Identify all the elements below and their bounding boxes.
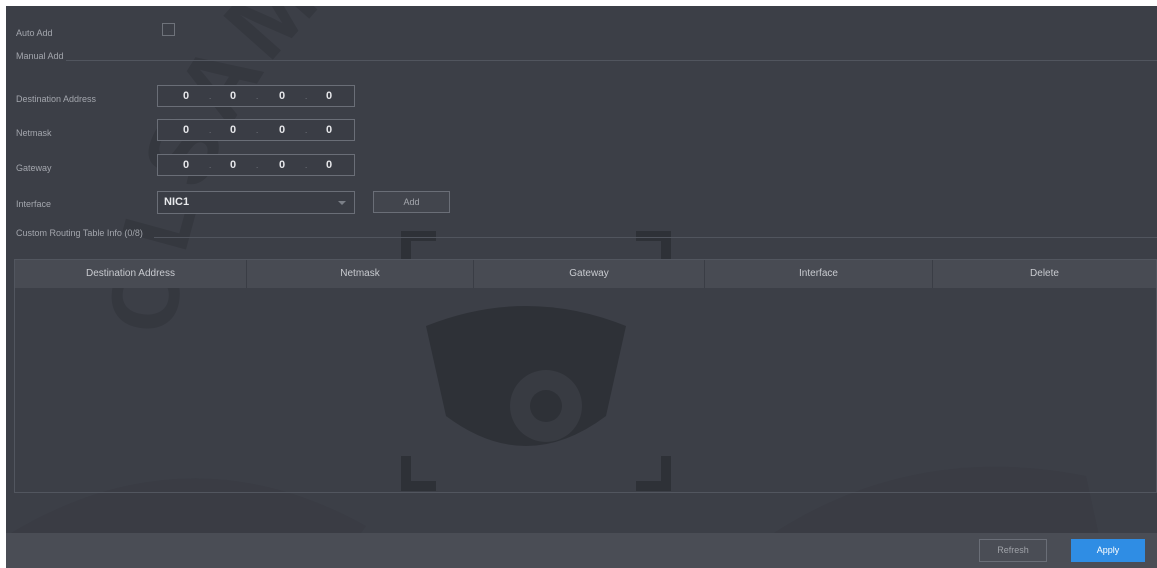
octet-2[interactable]: 0 <box>226 124 240 136</box>
column-header-delete: Delete <box>1030 268 1059 279</box>
octet-3[interactable]: 0 <box>275 159 289 171</box>
octet-4[interactable]: 0 <box>322 159 336 171</box>
column-header-destination-address: Destination Address <box>86 268 175 279</box>
octet-2[interactable]: 0 <box>226 159 240 171</box>
routing-settings-panel: OLSAM SECURITY Auto Add Manual Add Desti… <box>6 6 1157 568</box>
auto-add-checkbox[interactable] <box>162 23 175 36</box>
add-button[interactable]: Add <box>373 191 450 213</box>
octet-1[interactable]: 0 <box>179 90 193 102</box>
apply-button[interactable]: Apply <box>1071 539 1145 562</box>
manual-add-title: Manual Add <box>16 51 64 61</box>
interface-value: NIC1 <box>164 196 190 208</box>
destination-address-label: Destination Address <box>16 94 97 104</box>
octet-3[interactable]: 0 <box>275 90 289 102</box>
column-header-gateway: Gateway <box>569 268 609 279</box>
refresh-button[interactable]: Refresh <box>979 539 1047 562</box>
octet-1[interactable]: 0 <box>179 124 193 136</box>
octet-3[interactable]: 0 <box>275 124 289 136</box>
gateway-label: Gateway <box>16 163 52 173</box>
octet-2[interactable]: 0 <box>226 90 240 102</box>
octet-1[interactable]: 0 <box>179 159 193 171</box>
netmask-input[interactable]: 0 . 0 . 0 . 0 <box>157 119 355 141</box>
destination-address-input[interactable]: 0 . 0 . 0 . 0 <box>157 85 355 107</box>
gateway-input[interactable]: 0 . 0 . 0 . 0 <box>157 154 355 176</box>
routing-table: Destination Address Netmask Gateway Inte… <box>14 259 1157 493</box>
column-header-netmask: Netmask <box>340 268 380 279</box>
interface-select[interactable]: NIC1 <box>157 191 355 214</box>
interface-label: Interface <box>16 199 52 209</box>
table-header: Destination Address Netmask Gateway Inte… <box>15 260 1156 288</box>
routing-table-title: Custom Routing Table Info (0/8) <box>16 228 143 238</box>
divider <box>154 237 1157 238</box>
auto-add-label: Auto Add <box>16 28 53 38</box>
netmask-label: Netmask <box>16 128 52 138</box>
octet-4[interactable]: 0 <box>322 90 336 102</box>
column-header-interface: Interface <box>799 268 838 279</box>
divider <box>66 60 1157 61</box>
chevron-down-icon <box>338 201 346 205</box>
octet-4[interactable]: 0 <box>322 124 336 136</box>
